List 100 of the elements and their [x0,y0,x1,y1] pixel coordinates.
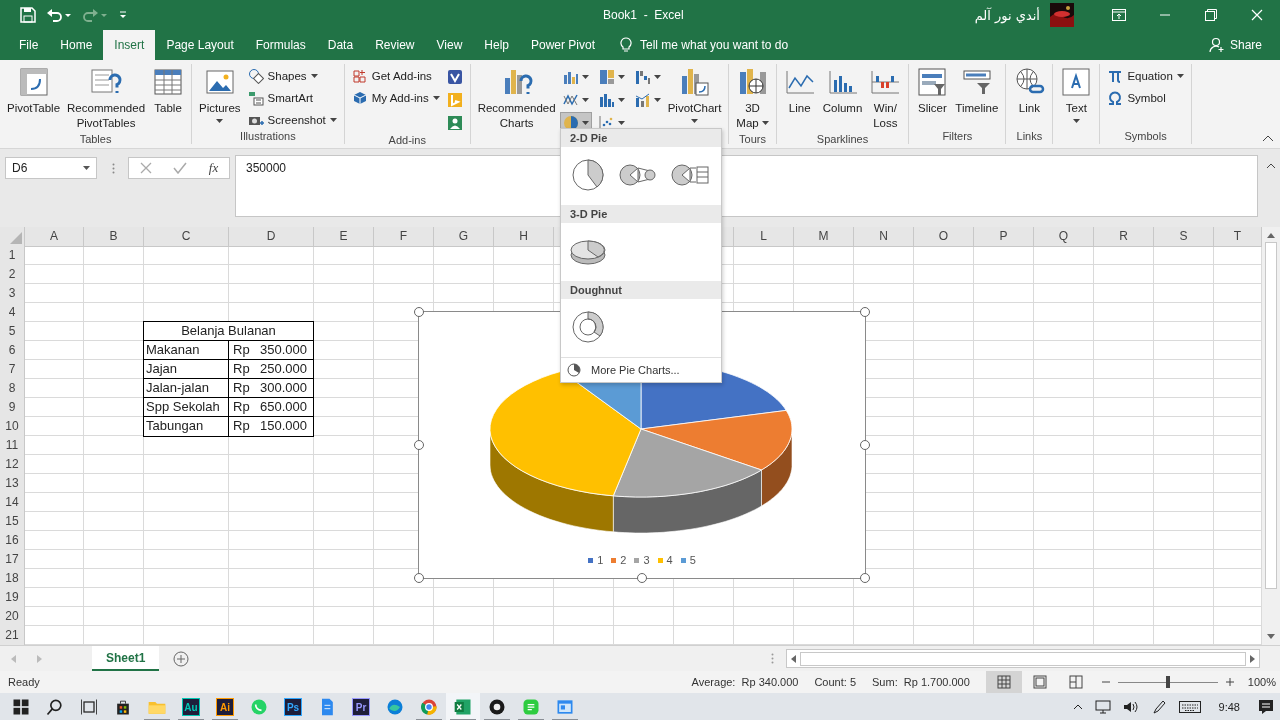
doughnut-icon[interactable] [570,309,606,345]
ribbon-button[interactable]: Recommended PivotTables [64,64,149,133]
ribbon-tab[interactable]: Page Layout [155,30,245,60]
grid-header-letter[interactable]: B [84,227,144,247]
show-hidden-icon[interactable] [1072,704,1083,710]
row-number[interactable]: 6 [0,341,25,361]
ribbon-tab[interactable]: Review [364,30,426,60]
horizontal-scrollbar[interactable] [786,649,1260,668]
ribbon-button[interactable]: 3D Map [733,64,772,133]
collapse-ribbon-icon[interactable] [1262,134,1274,142]
browser-icon[interactable] [419,697,439,717]
vertical-scrollbar[interactable] [1262,227,1280,645]
row-number[interactable]: 15 [0,512,25,532]
spreadsheet-icon[interactable] [453,697,473,717]
ribbon-button[interactable]: Shapes [244,66,340,86]
ribbon-button[interactable]: Get Add-ins [348,66,443,86]
resize-handle[interactable] [637,573,647,583]
normal-view-icon[interactable] [985,671,1022,693]
resize-handle[interactable] [860,307,870,317]
ribbon-button[interactable]: Timeline [952,64,1002,130]
ribbon-button[interactable]: Screenshot [244,110,340,130]
ribbon-button[interactable]: PivotTable [4,64,64,133]
browser-icon[interactable] [385,697,405,717]
grid-header-letter[interactable]: C [144,227,229,247]
resize-handle[interactable] [860,440,870,450]
window-icon[interactable] [555,697,575,717]
notification-icon[interactable] [1258,699,1274,715]
scroll-left-icon[interactable] [791,654,796,663]
ribbon-button[interactable]: Table [149,64,188,133]
windows-icon[interactable] [11,697,31,717]
ribbon-tab[interactable]: File [8,30,50,60]
ribbon-button[interactable]: Text [1057,64,1096,130]
grid-header-letter[interactable]: F [374,227,434,247]
row-number[interactable]: 20 [0,607,25,627]
row-number[interactable]: 18 [0,569,25,589]
redo-icon[interactable] [82,7,108,23]
zoom-out-icon[interactable] [1101,678,1110,686]
ribbon-tab[interactable]: View [425,30,474,60]
scroll-thumb[interactable] [800,651,1246,666]
ribbon-tab[interactable]: Power Pivot [520,30,606,60]
ribbon-tab[interactable]: Home [49,30,104,60]
ribbon-button[interactable]: Column [819,64,866,133]
ribbon-button[interactable]: Line [780,64,819,133]
grid-header-letter[interactable]: R [1094,227,1154,247]
grid-header-letter[interactable]: A [25,227,84,247]
row-number[interactable]: 11 [0,436,25,456]
grid-header-letter[interactable]: S [1154,227,1214,247]
grid-header-letter[interactable]: O [914,227,974,247]
speaker-icon[interactable] [1122,700,1139,714]
row-number[interactable]: 4 [0,303,25,323]
task-view-icon[interactable] [79,697,99,717]
ribbon-tab[interactable]: Data [316,30,365,60]
grid-header-letter[interactable]: H [494,227,554,247]
search-icon[interactable] [45,697,65,717]
save-icon[interactable] [20,7,36,23]
collapse-icon[interactable] [1266,163,1276,169]
ribbon-button[interactable]: SmartArt [244,88,340,108]
resize-handle[interactable] [860,573,870,583]
pie-slice[interactable] [640,410,793,507]
pen-icon[interactable] [1150,700,1167,714]
undo-icon[interactable] [46,7,72,23]
app-icon[interactable]: Pr [352,698,370,716]
ribbon-tab[interactable]: Insert [103,30,156,60]
ribbon-button[interactable]: Win/ Loss [866,64,905,133]
grid-header-letter[interactable]: L [734,227,794,247]
ribbon-button[interactable]: Recommended Charts [474,64,559,134]
zoom-slider[interactable] [1165,676,1170,688]
row-number[interactable]: 16 [0,531,25,551]
grid-header-letter[interactable]: E [314,227,374,247]
ribbon-button[interactable]: Slicer [913,64,952,130]
name-box[interactable]: D6 [5,157,97,179]
scroll-thumb[interactable] [1265,242,1277,589]
row-number[interactable]: 7 [0,360,25,380]
row-number[interactable]: 21 [0,626,25,645]
grid-header-letter[interactable]: G [434,227,494,247]
resize-handle[interactable] [414,440,424,450]
clock-time[interactable]: 9:48 [1218,701,1240,713]
grid-header-letter[interactable]: Q [1034,227,1094,247]
row-number[interactable]: 10 [0,417,25,437]
scroll-right-icon[interactable] [1250,654,1255,663]
grid-header-letter[interactable]: N [854,227,914,247]
grid-header-letter[interactable]: D [229,227,314,247]
zoom-level[interactable]: 100% [1247,676,1276,688]
ribbon-button[interactable]: Equation [1104,66,1187,86]
app-icon[interactable]: Au [182,698,200,716]
row-number[interactable]: 8 [0,379,25,399]
zoom-in-icon[interactable] [1225,678,1234,686]
row-number[interactable]: 1 [0,246,25,266]
row-number[interactable]: 13 [0,474,25,494]
scroll-up-icon[interactable] [1267,233,1275,238]
grid-header-letter[interactable]: P [974,227,1034,247]
row-number[interactable]: 3 [0,284,25,304]
app-icon[interactable]: Ps [284,698,302,716]
ribbon-button[interactable]: Link [1010,64,1049,130]
row-number[interactable]: 5 [0,322,25,342]
resize-handle[interactable] [414,573,424,583]
ribbon-tab[interactable]: Formulas [244,30,317,60]
pie-chart-icon[interactable] [570,157,606,193]
ribbon-button[interactable]: Pictures [196,64,244,130]
pie-slice[interactable] [612,428,762,534]
